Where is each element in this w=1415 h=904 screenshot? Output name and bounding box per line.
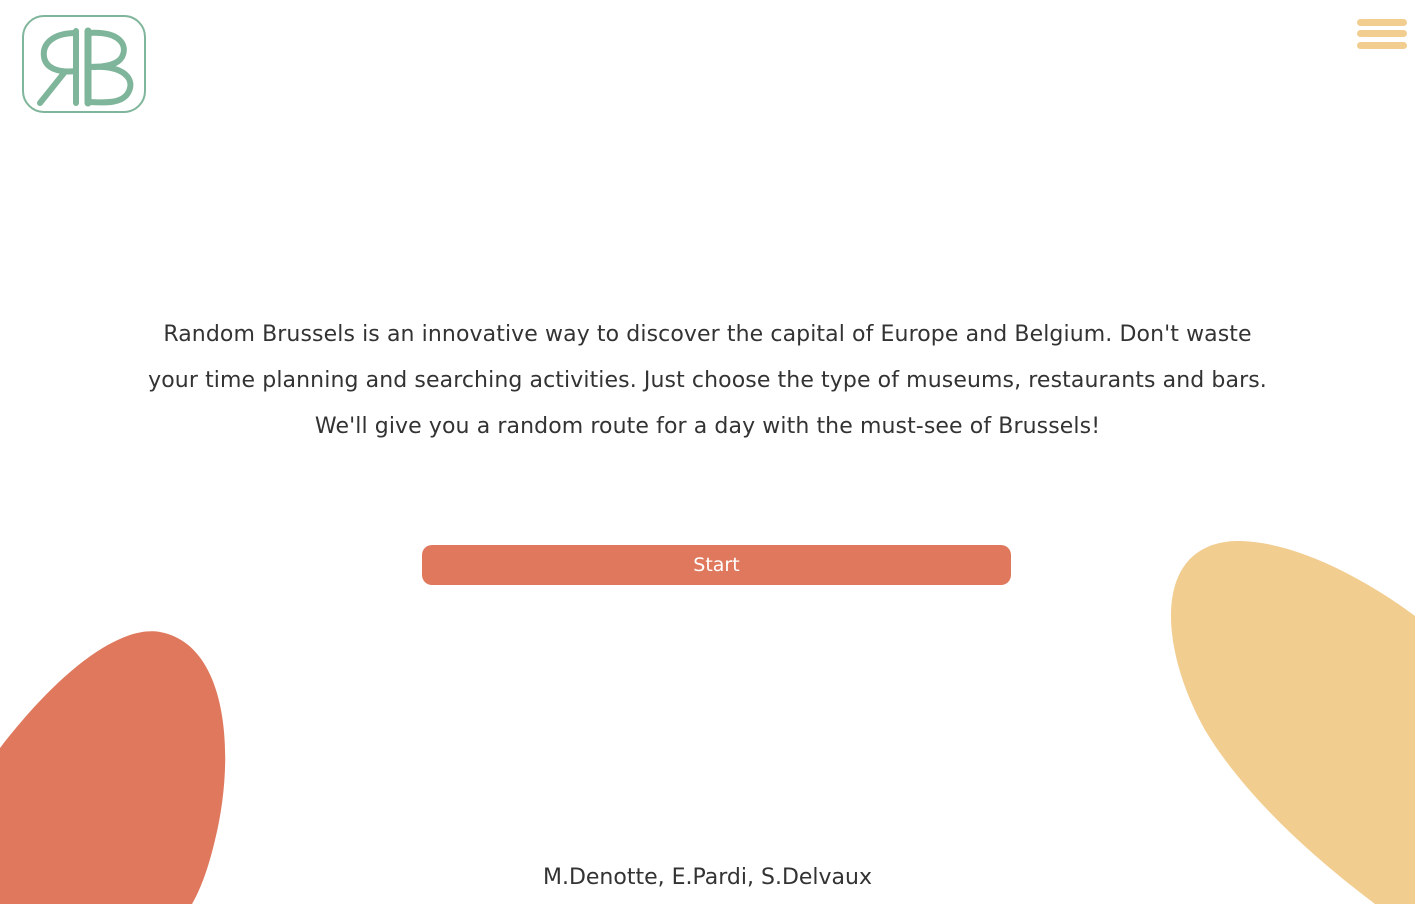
intro-text: Random Brussels is an innovative way to … xyxy=(120,312,1295,450)
footer-credits: M.Denotte, E.Pardi, S.Delvaux xyxy=(542,865,872,890)
landing-page: Random Brussels is an innovative way to … xyxy=(0,0,1415,904)
intro-line-2: your time planning and searching activit… xyxy=(148,368,1267,393)
decorative-blob-right xyxy=(1170,540,1415,904)
start-button[interactable]: Start xyxy=(422,545,1011,585)
logo-mark-icon xyxy=(37,27,134,107)
menu-bar-top xyxy=(1357,19,1407,26)
menu-bar-bottom xyxy=(1357,42,1407,49)
intro-line-3: We'll give you a random route for a day … xyxy=(314,414,1101,439)
menu-bar-middle xyxy=(1357,30,1407,37)
hamburger-menu-icon[interactable] xyxy=(1357,18,1407,52)
intro-line-1: Random Brussels is an innovative way to … xyxy=(163,322,1252,347)
logo[interactable] xyxy=(22,15,146,113)
